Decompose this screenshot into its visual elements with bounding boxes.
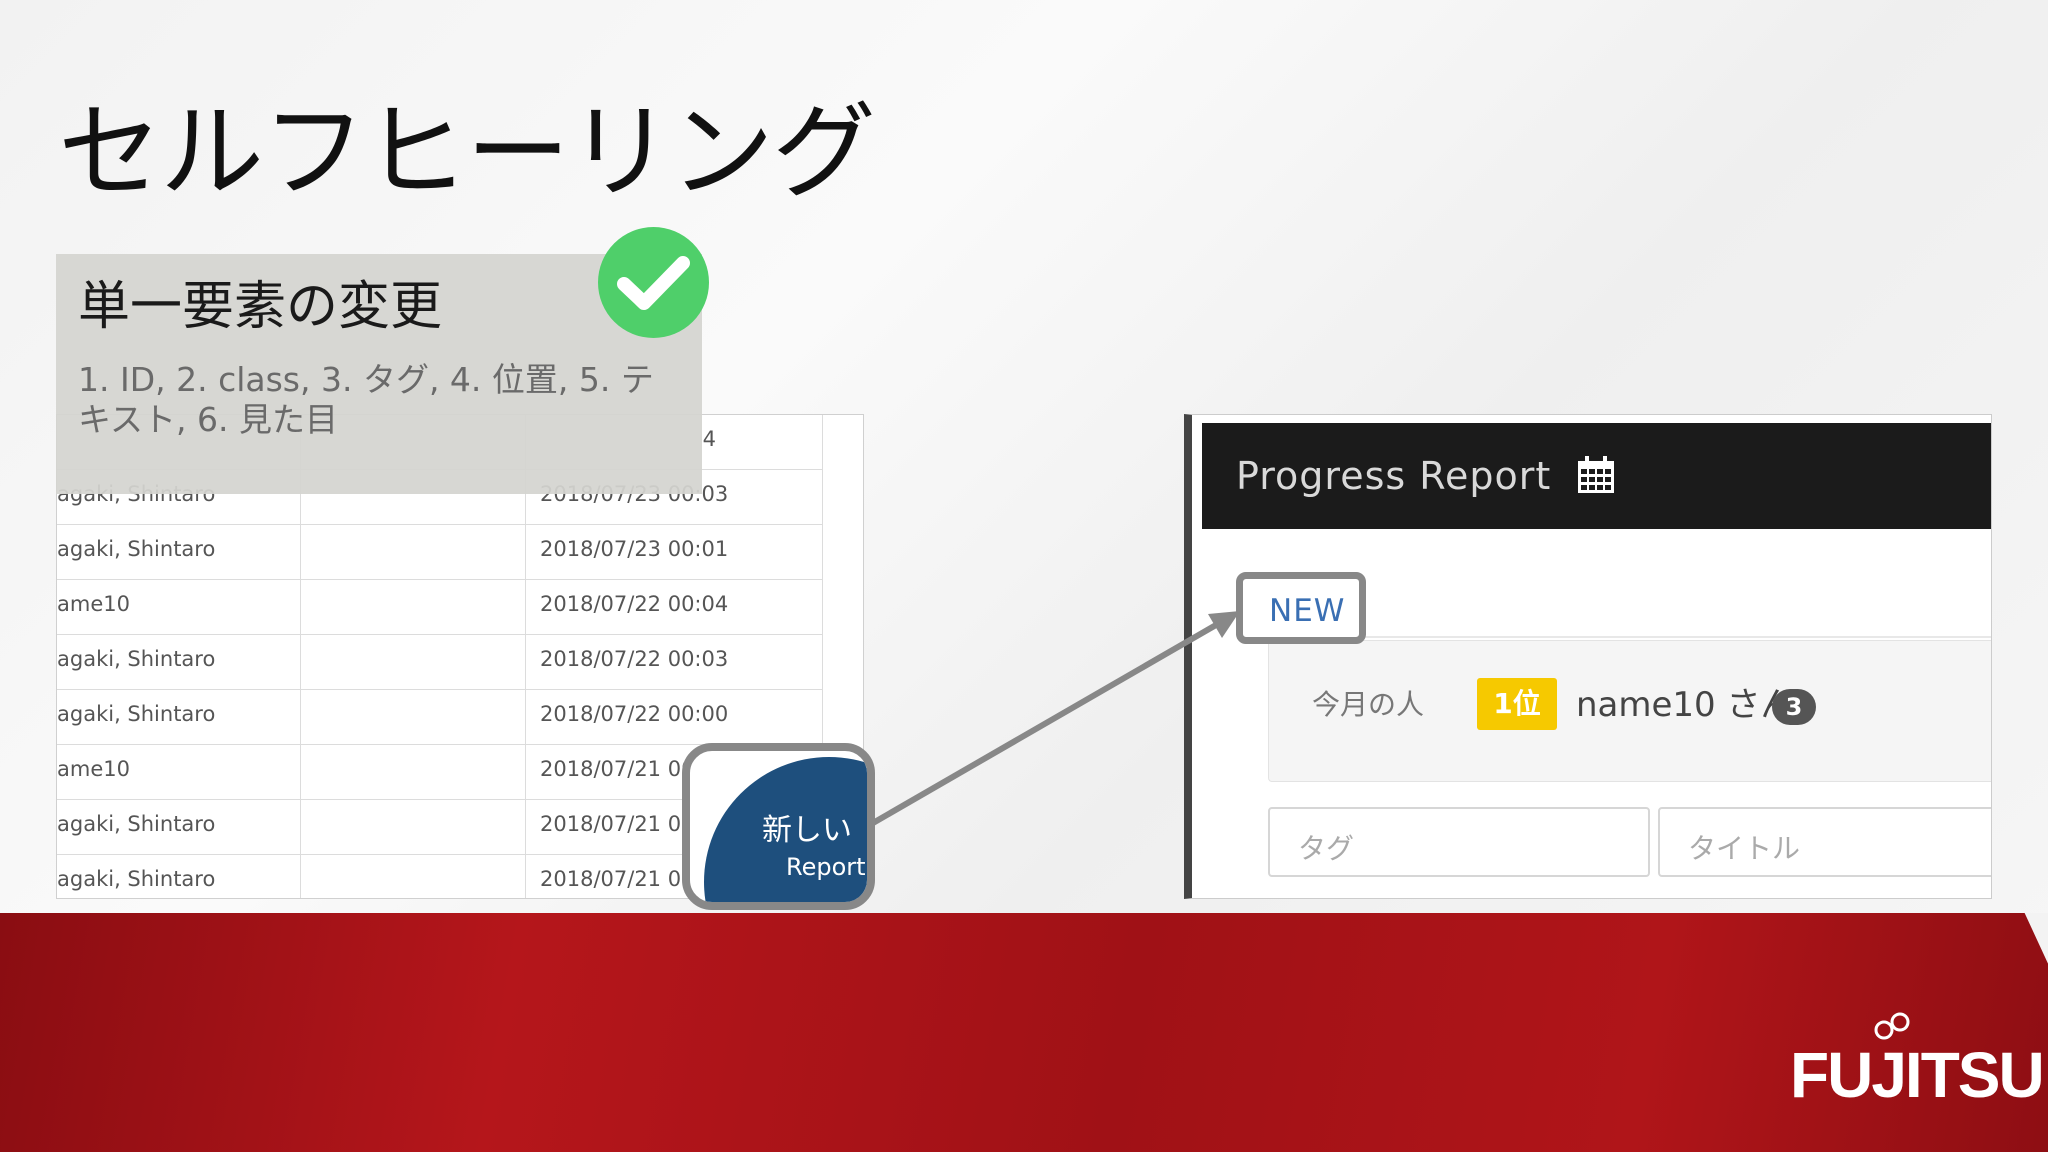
fujitsu-logo-text: FUJITSU: [1790, 1039, 2045, 1111]
table-cell-name: agaki, Shintaro: [57, 855, 301, 898]
new-link[interactable]: NEW: [1269, 593, 1345, 629]
table-cell-name: ame10: [57, 580, 301, 634]
table-row[interactable]: ame10 2018/07/22 00:04: [57, 580, 823, 635]
monthly-person-panel: 今月の人 1位 name10 さん 3: [1268, 640, 1991, 782]
table-cell-date: 2018/07/22 00:03: [526, 635, 823, 689]
fujitsu-logo: FUJITSU: [1790, 1012, 2045, 1112]
new-link-highlight: NEW: [1236, 572, 1366, 644]
new-report-highlight: 新しい Report: [682, 743, 875, 910]
table-cell-name: agaki, Shintaro: [57, 525, 301, 579]
progress-report-title: Progress Report: [1236, 454, 1552, 498]
title-input[interactable]: タイトル: [1658, 807, 1991, 877]
arrow-line: [871, 622, 1218, 826]
check-icon: [598, 227, 709, 338]
rank-badge: 1位: [1477, 678, 1557, 730]
table-cell-empty: [301, 745, 526, 799]
table-cell-empty: [301, 690, 526, 744]
infinity-icon: [1874, 1012, 1910, 1040]
checkmark-icon: [617, 256, 690, 310]
table-cell-date: 2018/07/22 00:04: [526, 580, 823, 634]
footer-band: [0, 913, 2048, 1152]
new-report-label-2: Report: [786, 853, 866, 881]
tag-input[interactable]: タグ: [1268, 807, 1650, 877]
table-cell-date: 2018/07/22 00:00: [526, 690, 823, 744]
person-name[interactable]: name10 さん: [1576, 677, 1795, 726]
table-cell-empty: [301, 525, 526, 579]
info-box-title: 単一要素の変更: [78, 277, 443, 337]
table-cell-date: 2018/07/23 00:01: [526, 525, 823, 579]
table-cell-name: agaki, Shintaro: [57, 800, 301, 854]
panel-divider: [1268, 636, 1991, 638]
count-badge: 3: [1772, 689, 1816, 725]
table-cell-name: agaki, Shintaro: [57, 635, 301, 689]
table-row[interactable]: agaki, Shintaro 2018/07/23 00:01: [57, 525, 823, 580]
table-cell-empty: [301, 580, 526, 634]
table-row[interactable]: agaki, Shintaro 2018/07/22 00:03: [57, 635, 823, 690]
new-report-label-1: 新しい: [762, 813, 852, 848]
table-cell-empty: [301, 855, 526, 898]
month-person-label: 今月の人: [1312, 688, 1425, 721]
calendar-icon[interactable]: [1576, 455, 1616, 495]
table-cell-name: agaki, Shintaro: [57, 690, 301, 744]
table-cell-empty: [301, 800, 526, 854]
progress-report-screenshot: Progress Report 今月の人 1位 name10 さん 3 タグ タ…: [1184, 414, 1992, 899]
table-cell-name: ame10: [57, 745, 301, 799]
info-box-items: 1. ID, 2. class, 3. タグ, 4. 位置, 5. テキスト, …: [78, 360, 654, 439]
slide-title: セルフヒーリング: [58, 91, 876, 213]
table-cell-empty: [301, 635, 526, 689]
table-row[interactable]: agaki, Shintaro 2018/07/22 00:00: [57, 690, 823, 745]
progress-report-header: Progress Report: [1202, 423, 1991, 529]
